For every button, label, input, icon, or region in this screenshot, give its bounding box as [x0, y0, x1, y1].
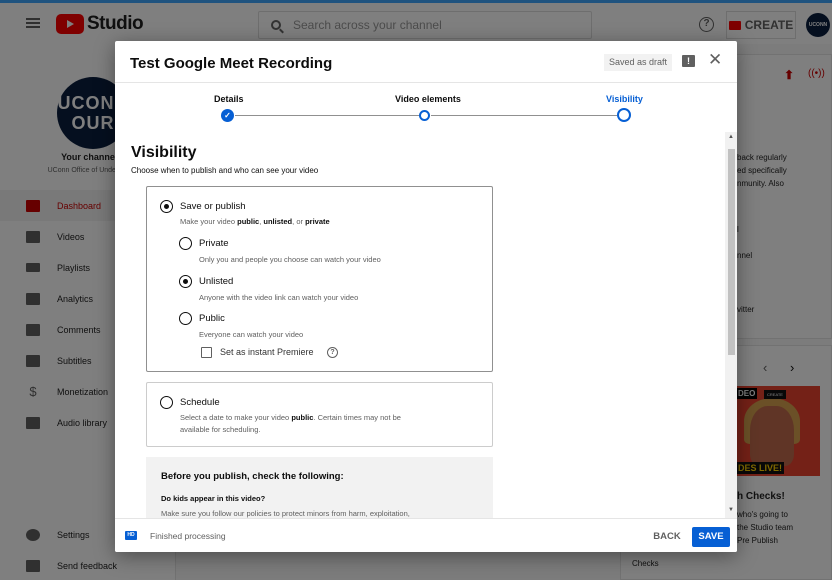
visibility-content[interactable]: Visibility Choose when to publish and wh… — [115, 126, 737, 518]
draft-status-badge: Saved as draft — [604, 54, 672, 71]
visibility-subheading: Choose when to publish and who can see y… — [131, 166, 319, 175]
step-pending-dot — [419, 110, 430, 121]
checklist-desc: Make sure you follow our policies to pro… — [161, 509, 410, 518]
step-visibility[interactable]: Visibility — [606, 94, 643, 104]
public-radio[interactable] — [179, 312, 192, 325]
unlisted-label[interactable]: Unlisted — [199, 276, 233, 287]
instant-premiere-label[interactable]: Set as instant Premiere — [220, 347, 314, 357]
save-or-publish-panel: Save or publish Make your video public, … — [146, 186, 493, 372]
save-button[interactable]: SAVE — [692, 527, 730, 547]
instant-premiere-checkbox[interactable] — [201, 347, 212, 358]
private-label[interactable]: Private — [199, 238, 229, 249]
help-icon[interactable]: ? — [327, 347, 338, 358]
private-desc: Only you and people you choose can watch… — [199, 255, 381, 264]
dialog-title: Test Google Meet Recording — [130, 55, 333, 72]
back-button[interactable]: BACK — [645, 527, 689, 547]
save-or-publish-label[interactable]: Save or publish — [180, 201, 245, 212]
step-done-check-icon: ✓ — [221, 109, 234, 122]
schedule-label[interactable]: Schedule — [180, 397, 220, 408]
visibility-heading: Visibility — [131, 144, 197, 161]
close-icon[interactable]: ✕ — [708, 51, 722, 68]
schedule-desc-line2: available for scheduling. — [180, 425, 261, 434]
feedback-icon[interactable]: ! — [682, 55, 695, 67]
processing-status: Finished processing — [150, 531, 226, 541]
unlisted-desc: Anyone with the video link can watch you… — [199, 293, 359, 302]
dialog-footer: HD Finished processing BACK SAVE — [115, 518, 737, 552]
step-video-elements[interactable]: Video elements — [395, 94, 461, 104]
step-details[interactable]: Details — [214, 94, 244, 104]
scrollbar-thumb[interactable] — [728, 149, 735, 355]
save-or-publish-desc: Make your video public, unlisted, or pri… — [180, 217, 330, 226]
upload-dialog: Test Google Meet Recording Saved as draf… — [115, 41, 737, 552]
unlisted-radio[interactable] — [179, 275, 192, 288]
step-current-dot — [617, 108, 631, 122]
scroll-down-icon[interactable]: ▼ — [728, 507, 734, 513]
schedule-panel: Schedule Select a date to make your vide… — [146, 382, 493, 447]
checklist-question: Do kids appear in this video? — [161, 494, 266, 503]
prepublish-checklist: Before you publish, check the following:… — [146, 457, 493, 518]
public-desc: Everyone can watch your video — [199, 330, 304, 339]
schedule-radio[interactable] — [160, 396, 173, 409]
schedule-desc: Select a date to make your video public.… — [180, 413, 401, 422]
scroll-up-icon[interactable]: ▲ — [728, 134, 734, 140]
checklist-heading: Before you publish, check the following: — [161, 471, 344, 482]
hd-badge: HD — [125, 531, 137, 540]
public-label[interactable]: Public — [199, 313, 225, 324]
save-or-publish-radio[interactable] — [160, 200, 173, 213]
private-radio[interactable] — [179, 237, 192, 250]
